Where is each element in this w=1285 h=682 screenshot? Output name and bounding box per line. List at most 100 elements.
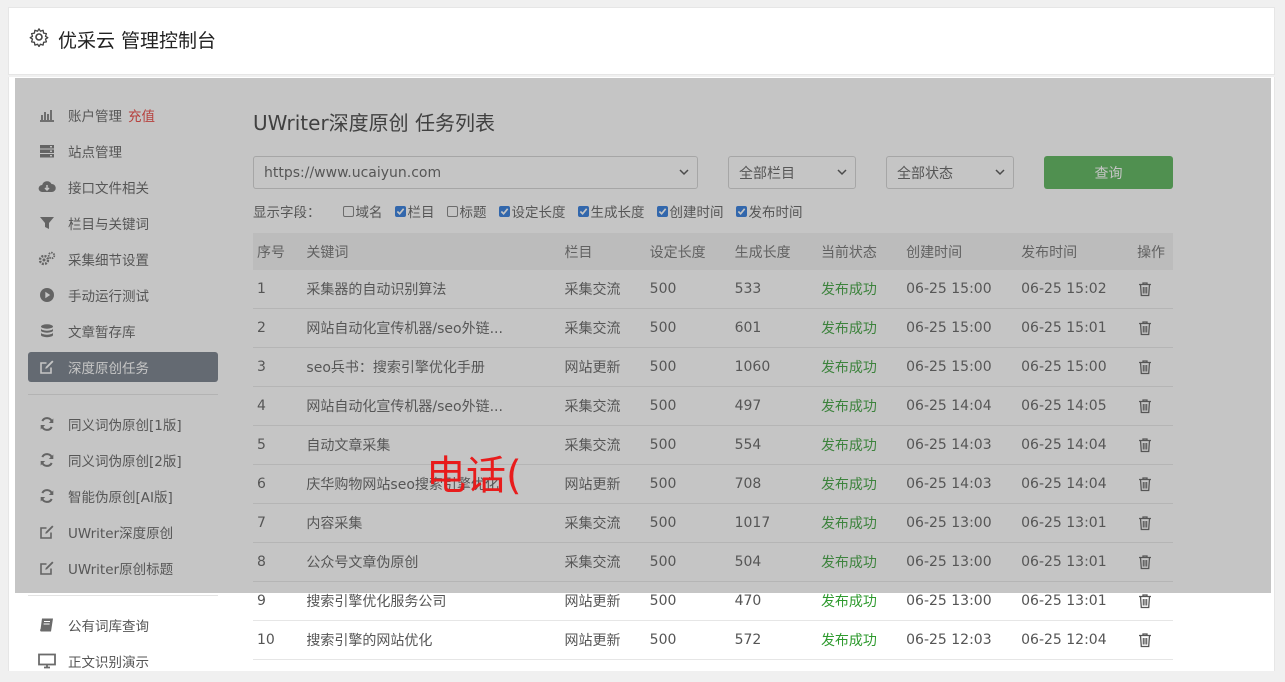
- sidebar-item[interactable]: 公有词库查询: [28, 610, 218, 640]
- sidebar-item-label: 智能伪原创[AI版]: [68, 490, 173, 506]
- sidebar-item[interactable]: UWriter原创标题: [28, 553, 218, 583]
- page-title: UWriter深度原创 任务列表: [253, 111, 496, 135]
- sidebar-item[interactable]: UWriter深度原创: [28, 517, 218, 547]
- field-toggle[interactable]: 域名: [342, 201, 383, 221]
- edit-icon: [38, 559, 56, 577]
- sidebar-item-label: 公有词库查询: [68, 619, 149, 635]
- table-cell: 1: [253, 270, 303, 309]
- sidebar-item-label: 账户管理: [68, 109, 122, 125]
- field-toggle[interactable]: 设定长度: [498, 201, 566, 221]
- table-cell: 发布成功: [816, 386, 903, 426]
- sidebar-item[interactable]: 文章暂存库: [28, 316, 218, 346]
- delete-cell: [1133, 308, 1173, 348]
- field-toggle-label: 设定长度: [511, 205, 566, 221]
- checkbox[interactable]: [498, 205, 510, 217]
- table-cell: 500: [645, 620, 731, 660]
- gears-icon: [38, 250, 56, 268]
- table-row: 4 网站自动化宣传机器/seo外链... 采集交流 500 497 发布成功 06-25 1…: [253, 386, 1173, 426]
- table-cell: 06-25 15:00: [902, 347, 1018, 387]
- checkbox[interactable]: [394, 205, 406, 217]
- checkbox[interactable]: [577, 205, 589, 217]
- field-toggle[interactable]: 生成长度: [577, 201, 645, 221]
- display-fields: 显示字段： 域名 栏目 标题 设定长度 生成长度 创建时间 发布时间: [253, 201, 815, 221]
- trash-icon[interactable]: [1137, 281, 1153, 297]
- trash-icon[interactable]: [1137, 632, 1153, 648]
- sidebar-item[interactable]: 采集细节设置: [28, 244, 218, 274]
- table-cell: 601: [730, 308, 817, 348]
- table-cell: 500: [645, 347, 731, 387]
- table-cell: 网站更新: [560, 347, 646, 387]
- trash-icon[interactable]: [1137, 554, 1153, 570]
- trash-icon[interactable]: [1137, 437, 1153, 453]
- table-cell: 554: [730, 425, 817, 465]
- trash-icon[interactable]: [1137, 398, 1153, 414]
- table-row: 6 庆华购物网站seo搜索引擎优化 网站更新 500 708 发布成功 06-25 14:0…: [253, 464, 1173, 504]
- sidebar-item[interactable]: 站点管理: [28, 136, 218, 166]
- field-toggle-label: 创建时间: [669, 205, 724, 221]
- trash-icon[interactable]: [1137, 476, 1153, 492]
- sidebar-item[interactable]: 深度原创任务: [28, 352, 218, 382]
- sidebar-item[interactable]: 智能伪原创[AI版]: [28, 481, 218, 511]
- checkbox[interactable]: [656, 205, 668, 217]
- status-select[interactable]: 全部状态: [886, 156, 1014, 189]
- delete-cell: [1133, 503, 1173, 543]
- edit-icon: [38, 523, 56, 541]
- table-row: 10 搜索引擎的网站优化 网站更新 500 572 发布成功 06-25 12:03 06-2…: [253, 620, 1173, 660]
- table-cell: 2: [253, 308, 303, 348]
- sidebar-item[interactable]: 栏目与关键词: [28, 208, 218, 238]
- table-cell: 搜索引擎的网站优化: [302, 620, 561, 660]
- table-cell: 06-25 13:01: [1017, 581, 1134, 621]
- sidebar: 账户管理 充值 站点管理 接口文件相关 栏目与关键词 采集细节设置 手动运行测试 文章暂存库深…: [28, 100, 218, 682]
- table-cell: 06-25 12:04: [1017, 620, 1134, 660]
- trash-icon[interactable]: [1137, 515, 1153, 531]
- query-button[interactable]: 查询: [1044, 156, 1173, 189]
- field-toggle-label: 域名: [355, 205, 383, 221]
- sidebar-item[interactable]: 正文识别演示: [28, 646, 218, 676]
- content-panel: 账户管理 充值 站点管理 接口文件相关 栏目与关键词 采集细节设置 手动运行测试 文章暂存库深…: [8, 77, 1275, 671]
- field-toggle[interactable]: 发布时间: [735, 201, 803, 221]
- trash-icon[interactable]: [1137, 593, 1153, 609]
- field-toggle-label: 发布时间: [748, 205, 803, 221]
- field-toggle[interactable]: 标题: [446, 201, 487, 221]
- chevron-down-icon: [679, 169, 689, 176]
- column-header: 发布时间: [1017, 233, 1134, 270]
- column-header: 创建时间: [902, 233, 1018, 270]
- field-toggle[interactable]: 创建时间: [656, 201, 724, 221]
- trash-icon[interactable]: [1137, 359, 1153, 375]
- delete-cell: [1133, 270, 1173, 309]
- table-cell: 3: [253, 347, 303, 387]
- table-cell: 500: [645, 581, 731, 621]
- table-cell: 网站更新: [560, 581, 646, 621]
- table-cell: 发布成功: [816, 308, 903, 348]
- trash-icon[interactable]: [1137, 320, 1153, 336]
- checkbox[interactable]: [446, 205, 458, 217]
- column-select[interactable]: 全部栏目: [728, 156, 856, 189]
- table-cell: 采集交流: [560, 308, 646, 348]
- table-cell: 06-25 14:04: [902, 386, 1018, 426]
- sidebar-item[interactable]: 接口文件相关: [28, 172, 218, 202]
- table-cell: 470: [730, 581, 817, 621]
- delete-cell: [1133, 620, 1173, 660]
- recharge-link[interactable]: 充值: [128, 105, 155, 125]
- field-toggle-label: 栏目: [407, 205, 435, 221]
- table-cell: 06-25 15:00: [1017, 347, 1134, 387]
- delete-cell: [1133, 347, 1173, 387]
- checkbox[interactable]: [342, 205, 354, 217]
- checkbox[interactable]: [735, 205, 747, 217]
- field-toggle[interactable]: 栏目: [394, 201, 435, 221]
- sidebar-item[interactable]: 同义词伪原创[2版]: [28, 445, 218, 475]
- site-select[interactable]: https://www.ucaiyun.com: [253, 156, 698, 189]
- table-cell: 06-25 12:03: [902, 620, 1018, 660]
- sidebar-item-label: 接口文件相关: [68, 181, 149, 197]
- field-toggle-label: 生成长度: [590, 205, 645, 221]
- filter-icon: [38, 214, 56, 232]
- sidebar-item[interactable]: 手动运行测试: [28, 280, 218, 310]
- table-cell: 06-25 14:05: [1017, 386, 1134, 426]
- task-table: 序号 关键词 栏目 设定长度 生成长度 当前状态 创建时间 发布时间 操作 1 采集器的自动识别算…: [253, 233, 1173, 660]
- table-cell: 500: [645, 503, 731, 543]
- sidebar-item[interactable]: 同义词伪原创[1版]: [28, 409, 218, 439]
- sidebar-item[interactable]: 账户管理 充值: [28, 100, 218, 130]
- table-cell: 采集交流: [560, 270, 646, 309]
- refresh-icon: [38, 487, 56, 505]
- table-cell: 572: [730, 620, 817, 660]
